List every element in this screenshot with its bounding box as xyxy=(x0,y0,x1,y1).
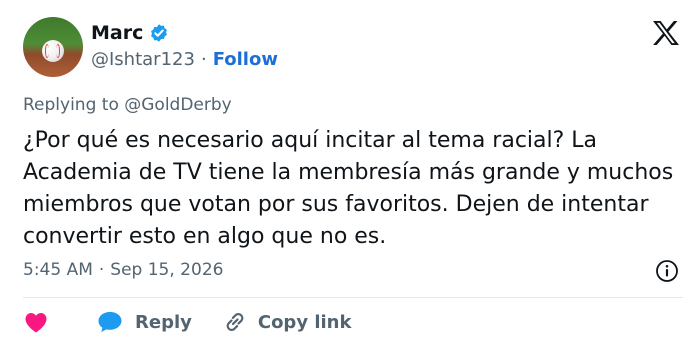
heart-icon xyxy=(23,310,49,334)
handle-separator: · xyxy=(200,49,207,70)
copy-link-label: Copy link xyxy=(257,311,352,333)
author-handle[interactable]: @Ishtar123 xyxy=(91,49,195,70)
reply-button[interactable]: Reply xyxy=(95,309,192,335)
x-logo-icon[interactable] xyxy=(652,20,680,46)
author-handle-row: @Ishtar123 · Follow xyxy=(91,49,278,70)
verified-badge-icon xyxy=(149,23,169,43)
speech-bubble-icon xyxy=(95,309,125,335)
ball-seam-left xyxy=(45,44,49,58)
author-display-name[interactable]: Marc xyxy=(91,22,143,44)
tweet-body: ¿Por qué es necesario aquí incitar al te… xyxy=(23,128,674,249)
author-name-row: Marc xyxy=(91,22,169,44)
replying-to-text: Replying to @GoldDerby xyxy=(23,95,232,115)
ball-seam-right xyxy=(56,44,60,58)
divider xyxy=(23,297,683,298)
like-button[interactable] xyxy=(23,310,49,334)
action-bar: Reply Copy link xyxy=(23,309,351,335)
link-icon xyxy=(222,309,248,335)
tweet-time[interactable]: 5:45 AM xyxy=(23,260,93,280)
follow-button[interactable]: Follow xyxy=(213,49,278,70)
timestamp-separator: · xyxy=(98,260,105,280)
info-icon[interactable] xyxy=(655,259,679,283)
tweet-date[interactable]: Sep 15, 2026 xyxy=(110,260,223,280)
avatar[interactable] xyxy=(23,17,83,77)
copy-link-button[interactable]: Copy link xyxy=(222,309,352,335)
reply-label: Reply xyxy=(135,311,192,333)
tweet-timestamp[interactable]: 5:45 AM · Sep 15, 2026 xyxy=(23,260,223,280)
